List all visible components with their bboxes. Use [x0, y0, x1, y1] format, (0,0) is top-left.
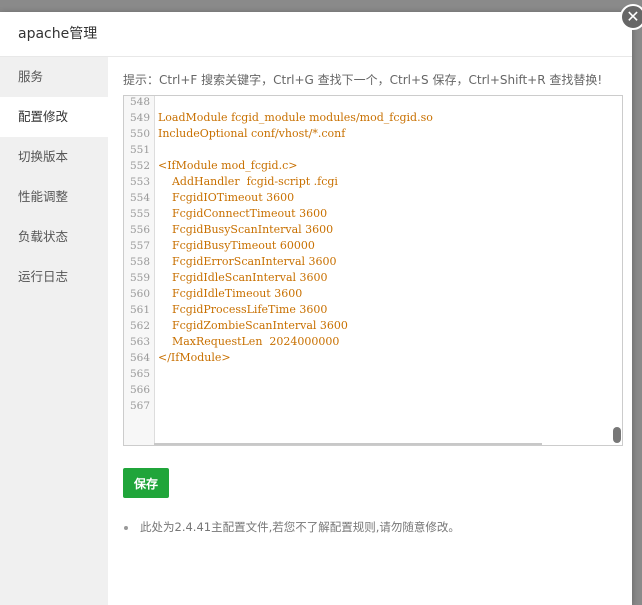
code-line[interactable]: 559 FcgidIdleScanInterval 3600 [124, 270, 622, 286]
line-number: 550 [129, 128, 150, 140]
code-line[interactable]: 565 [124, 366, 622, 382]
main-panel: 提示：Ctrl+F 搜索关键字，Ctrl+G 查找下一个，Ctrl+S 保存，C… [108, 57, 632, 605]
line-number: 567 [129, 400, 150, 412]
code-line[interactable]: 554 FcgidIOTimeout 3600 [124, 190, 622, 206]
code-text[interactable]: FcgidErrorScanInterval 3600 [150, 254, 337, 270]
line-number: 560 [129, 288, 150, 300]
line-number: 557 [129, 240, 150, 252]
line-number: 549 [129, 112, 150, 124]
code-text[interactable]: IncludeOptional conf/vhost/*.conf [150, 126, 345, 142]
code-line[interactable]: 556 FcgidBusyScanInterval 3600 [124, 222, 622, 238]
code-text[interactable]: AddHandler fcgid-script .fcgi [150, 174, 338, 190]
config-editor[interactable]: 548 549 LoadModule fcgid_module modules/mo… [123, 95, 623, 446]
sidebar: 服务 配置修改 切换版本 性能调整 负载状态 运行日志 [0, 57, 108, 605]
code-text[interactable]: </IfModule> [150, 350, 231, 366]
code-line[interactable]: 553 AddHandler fcgid-script .fcgi [124, 174, 622, 190]
code-text[interactable]: FcgidConnectTimeout 3600 [150, 206, 327, 222]
sidebar-item-switch-version[interactable]: 切换版本 [0, 137, 108, 177]
config-note-text: 此处为2.4.41主配置文件,若您不了解配置规则,请勿随意修改。 [140, 520, 460, 534]
code-text[interactable]: FcgidProcessLifeTime 3600 [150, 302, 327, 318]
line-number: 551 [129, 144, 150, 156]
sidebar-item-config[interactable]: 配置修改 [0, 97, 108, 137]
vertical-scrollbar[interactable] [612, 96, 622, 445]
code-text[interactable]: FcgidIdleTimeout 3600 [150, 286, 302, 302]
code-line[interactable]: 566 [124, 382, 622, 398]
code-line[interactable]: 563 MaxRequestLen 2024000000 [124, 334, 622, 350]
sidebar-item-load-status[interactable]: 负载状态 [0, 217, 108, 257]
config-note: 此处为2.4.41主配置文件,若您不了解配置规则,请勿随意修改。 [123, 519, 460, 535]
code-line[interactable]: 560 FcgidIdleTimeout 3600 [124, 286, 622, 302]
code-line[interactable]: 549 LoadModule fcgid_module modules/mod_f… [124, 110, 622, 126]
code-text[interactable]: <IfModule mod_fcgid.c> [150, 158, 297, 174]
code-text[interactable]: FcgidZombieScanInterval 3600 [150, 318, 348, 334]
line-number: 561 [129, 304, 150, 316]
line-number: 562 [129, 320, 150, 332]
line-number: 566 [129, 384, 150, 396]
code-line[interactable]: 552 <IfModule mod_fcgid.c> [124, 158, 622, 174]
line-number: 559 [129, 272, 150, 284]
code-text[interactable]: LoadModule fcgid_module modules/mod_fcgi… [150, 110, 433, 126]
close-icon[interactable]: ✕ [620, 4, 642, 30]
code-text[interactable]: FcgidIdleScanInterval 3600 [150, 270, 328, 286]
code-line[interactable]: 550 IncludeOptional conf/vhost/*.conf [124, 126, 622, 142]
line-number: 564 [129, 352, 150, 364]
code-line[interactable]: 558 FcgidErrorScanInterval 3600 [124, 254, 622, 270]
bullet-icon [124, 525, 128, 530]
sidebar-item-performance[interactable]: 性能调整 [0, 177, 108, 217]
dialog-title: apache管理 [0, 12, 632, 57]
apache-manager-dialog: apache管理 服务 配置修改 切换版本 性能调整 负载状态 运行日志 提示：… [0, 12, 632, 605]
code-text[interactable]: FcgidBusyTimeout 60000 [150, 238, 315, 254]
horizontal-scrollbar[interactable] [154, 443, 542, 445]
code-line[interactable]: 551 [124, 142, 622, 158]
sidebar-item-service[interactable]: 服务 [0, 57, 108, 97]
code-text[interactable]: MaxRequestLen 2024000000 [150, 334, 339, 350]
code-line[interactable]: 567 [124, 398, 622, 414]
code-text[interactable]: FcgidBusyScanInterval 3600 [150, 222, 333, 238]
line-number: 565 [129, 368, 150, 380]
code-text[interactable]: FcgidIOTimeout 3600 [150, 190, 294, 206]
line-number: 552 [129, 160, 150, 172]
line-number: 556 [129, 224, 150, 236]
scrollbar-thumb[interactable] [613, 427, 621, 443]
line-number: 553 [129, 176, 150, 188]
code-line[interactable]: 548 [124, 96, 622, 110]
code-line[interactable]: 557 FcgidBusyTimeout 60000 [124, 238, 622, 254]
save-button[interactable]: 保存 [123, 468, 169, 498]
line-number: 563 [129, 336, 150, 348]
sidebar-item-run-log[interactable]: 运行日志 [0, 257, 108, 297]
code-line[interactable]: 564 </IfModule> [124, 350, 622, 366]
editor-lines[interactable]: 548 549 LoadModule fcgid_module modules/mo… [124, 96, 622, 414]
line-number: 548 [129, 96, 150, 108]
shortcut-hint: 提示：Ctrl+F 搜索关键字，Ctrl+G 查找下一个，Ctrl+S 保存，C… [123, 73, 603, 87]
line-number: 558 [129, 256, 150, 268]
code-line[interactable]: 562 FcgidZombieScanInterval 3600 [124, 318, 622, 334]
code-line[interactable]: 561 FcgidProcessLifeTime 3600 [124, 302, 622, 318]
line-number: 555 [129, 208, 150, 220]
line-number: 554 [129, 192, 150, 204]
code-line[interactable]: 555 FcgidConnectTimeout 3600 [124, 206, 622, 222]
